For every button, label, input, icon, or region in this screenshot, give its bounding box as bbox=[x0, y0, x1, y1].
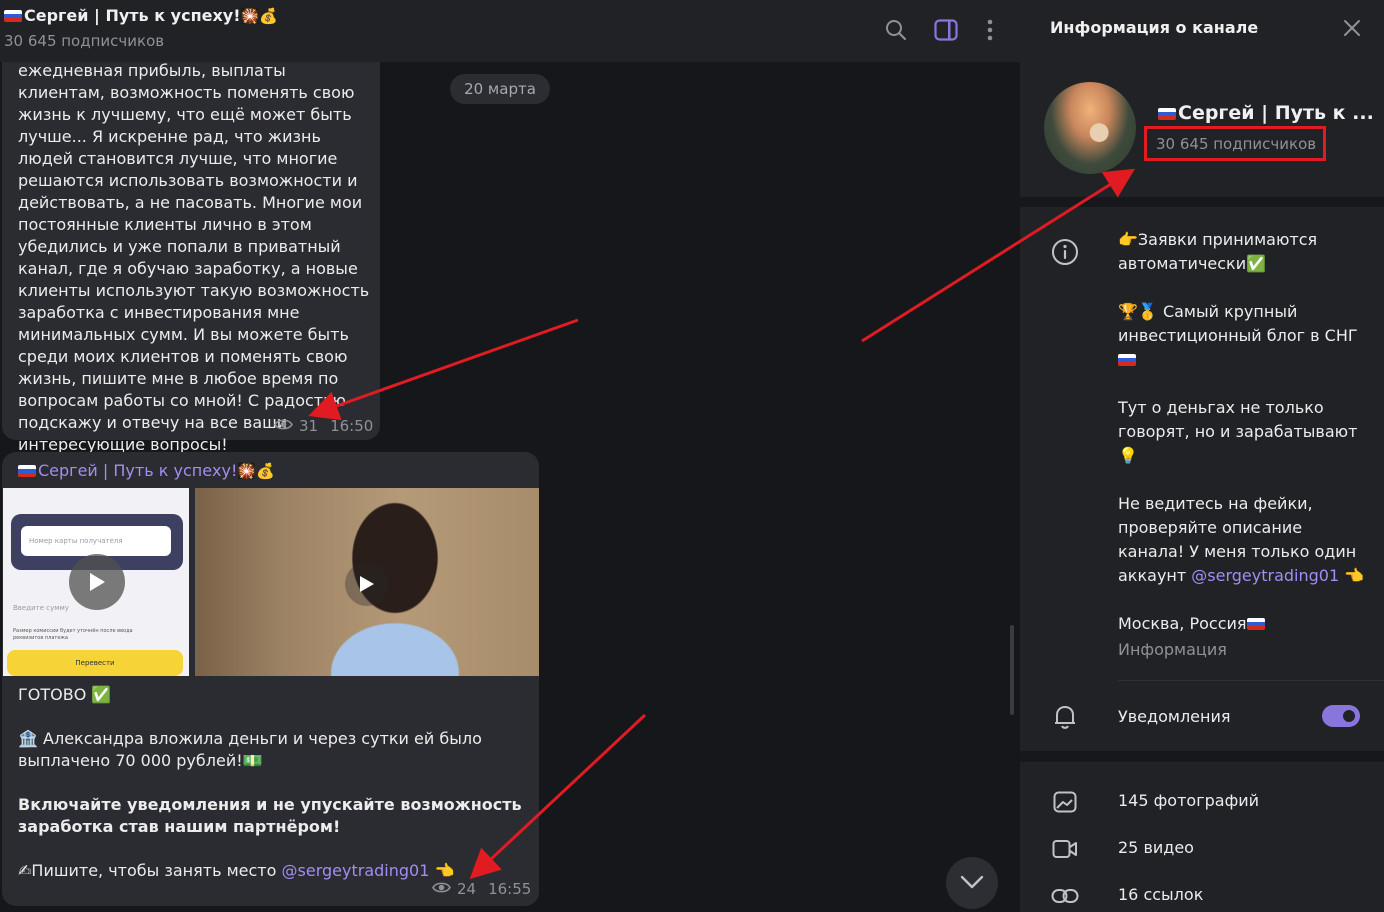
mention-link[interactable]: @sergeytrading01 bbox=[1191, 566, 1339, 585]
russia-flag-icon bbox=[4, 10, 22, 22]
russia-flag-icon bbox=[1158, 108, 1176, 120]
date-separator: 20 марта bbox=[450, 74, 550, 104]
trophy-icon: 🏆 bbox=[1118, 302, 1138, 321]
sparkler-icon: 🎇 bbox=[237, 462, 257, 480]
about-paragraph: Не ведитесь на фейки, проверяйте описани… bbox=[1118, 494, 1365, 585]
notifications-toggle[interactable] bbox=[1322, 705, 1360, 727]
about-label: Информация bbox=[1118, 640, 1227, 659]
message-line: ГОТОВО ✅ bbox=[18, 685, 112, 704]
chat-header: Сергей | Путь к успеху!🎇💰 30 645 подписч… bbox=[0, 0, 1020, 62]
notifications-label[interactable]: Уведомления bbox=[1118, 707, 1231, 726]
close-icon[interactable] bbox=[1338, 14, 1366, 42]
message-line: 🏦 Александра вложила деньги и через сутк… bbox=[18, 729, 482, 770]
photos-link[interactable]: 145 фотографий bbox=[1118, 791, 1259, 810]
commission-note: Размер комиссии будет уточнён после ввод… bbox=[13, 628, 133, 641]
photo-icon bbox=[1050, 787, 1080, 817]
message-bubble[interactable]: ежедневная прибыль, выплаты клиентам, во… bbox=[2, 56, 380, 454]
banknote-icon: 💵 bbox=[242, 751, 263, 770]
scroll-down-button[interactable] bbox=[946, 857, 998, 909]
transfer-button: Перевести bbox=[7, 650, 183, 676]
view-count: 31 bbox=[299, 417, 319, 435]
russia-flag-icon bbox=[18, 465, 36, 477]
location-text: Москва, Россия bbox=[1118, 612, 1368, 636]
row-divider bbox=[1118, 680, 1384, 681]
about-paragraph: 👉Заявки принимаются автоматически✅ bbox=[1118, 230, 1318, 273]
card-number-field: Номер карты получателя bbox=[21, 526, 171, 556]
search-icon[interactable] bbox=[880, 14, 912, 46]
toggle-knob bbox=[1340, 707, 1358, 725]
pointing-right-icon: 👉 bbox=[1118, 230, 1138, 249]
channel-name: Сергей | Путь к ... bbox=[1158, 102, 1374, 124]
section-divider bbox=[1020, 197, 1384, 207]
message-line: Включайте уведомления и не упускайте воз… bbox=[18, 795, 522, 836]
mention-link[interactable]: @sergeytrading01 bbox=[282, 861, 430, 880]
message-time: 16:50 bbox=[330, 417, 374, 435]
subscriber-count-highlighted: 30 645 подписчиков bbox=[1144, 126, 1326, 161]
channel-description: 👉Заявки принимаются автоматически✅ 🏆🥇 Са… bbox=[1118, 228, 1368, 662]
sidebar-toggle-icon[interactable] bbox=[930, 14, 962, 46]
message-text: ежедневная прибыль, выплаты клиентам, во… bbox=[18, 61, 370, 454]
pointing-hand-icon: 👈 bbox=[1344, 566, 1365, 585]
video-icon bbox=[1050, 834, 1080, 864]
money-bag-icon: 💰 bbox=[256, 462, 275, 480]
amount-label: Введите сумму bbox=[13, 604, 69, 612]
chevron-down-icon bbox=[960, 874, 984, 893]
scrollbar[interactable] bbox=[1010, 625, 1014, 715]
play-icon[interactable] bbox=[69, 554, 125, 610]
bank-icon: 🏦 bbox=[18, 729, 38, 748]
check-mark-icon: ✅ bbox=[91, 685, 112, 704]
bell-icon bbox=[1050, 702, 1080, 732]
eye-icon bbox=[274, 417, 293, 435]
videos-link[interactable]: 25 видео bbox=[1118, 838, 1194, 857]
video-thumbnail[interactable]: Номер карты получателя Введите сумму Раз… bbox=[3, 488, 189, 676]
avatar[interactable] bbox=[1044, 82, 1136, 174]
message-text: ГОТОВО ✅ 🏦 Александра вложила деньги и ч… bbox=[18, 684, 528, 904]
chat-area: ежедневная прибыль, выплаты клиентам, во… bbox=[0, 0, 1020, 912]
channel-info-panel: Информация о канале Сергей | Путь к ... … bbox=[1020, 0, 1384, 912]
about-paragraph: Тут о деньгах не только говорят, но и за… bbox=[1118, 398, 1358, 465]
writing-hand-icon: ✍ bbox=[18, 861, 32, 880]
message-bubble[interactable]: Сергей | Путь к успеху!🎇💰 Номер карты по… bbox=[2, 452, 539, 906]
message-line: ✍Пишите, чтобы занять место @sergeytradi… bbox=[18, 861, 455, 880]
pointing-hand-icon: 👈 bbox=[434, 861, 455, 880]
subscriber-count: 30 645 подписчиков bbox=[4, 32, 165, 50]
video-thumbnail[interactable] bbox=[195, 488, 539, 676]
message-time: 16:55 bbox=[488, 880, 532, 898]
check-mark-icon: ✅ bbox=[1246, 254, 1267, 273]
medal-icon: 🥇 bbox=[1137, 302, 1158, 321]
more-vert-icon[interactable] bbox=[974, 14, 1006, 46]
russia-flag-icon bbox=[1246, 618, 1265, 630]
view-count: 24 bbox=[457, 880, 477, 898]
about-paragraph: 🏆🥇 Самый крупный инвестиционный блог в С… bbox=[1118, 300, 1368, 372]
money-bag-icon: 💰 bbox=[259, 7, 278, 25]
panel-title: Информация о канале bbox=[1050, 18, 1259, 37]
channel-title[interactable]: Сергей | Путь к успеху!🎇💰 bbox=[4, 6, 278, 25]
eye-icon bbox=[432, 880, 451, 898]
links-link[interactable]: 16 ссылок bbox=[1118, 885, 1203, 904]
info-icon bbox=[1050, 237, 1080, 267]
message-meta: 24 16:55 bbox=[432, 880, 531, 898]
section-divider bbox=[1020, 751, 1384, 762]
light-bulb-icon: 💡 bbox=[1118, 446, 1138, 465]
russia-flag-icon bbox=[1118, 354, 1136, 366]
play-icon[interactable] bbox=[345, 562, 389, 606]
link-icon bbox=[1050, 881, 1080, 911]
sparkler-icon: 🎇 bbox=[240, 7, 260, 25]
message-author[interactable]: Сергей | Путь к успеху!🎇💰 bbox=[18, 461, 275, 480]
message-meta: 31 16:50 bbox=[274, 417, 373, 435]
